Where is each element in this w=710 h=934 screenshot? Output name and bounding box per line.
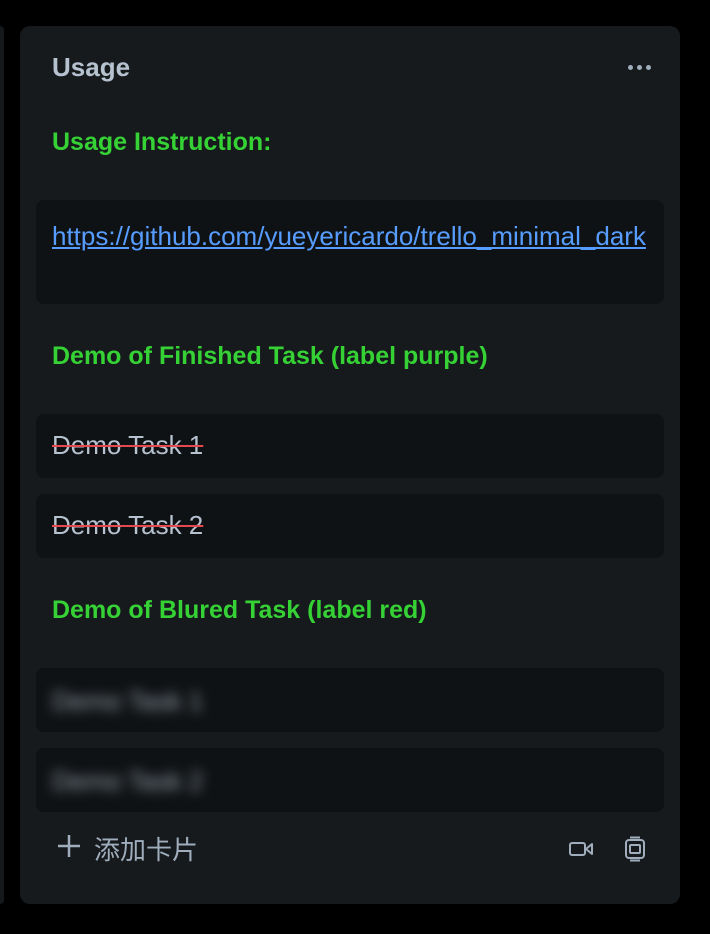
finished-task-heading: Demo of Finished Task (label purple) [52, 342, 488, 370]
more-horizontal-icon [627, 64, 633, 70]
add-card-button[interactable]: 添加卡片 [56, 828, 198, 868]
usage-instruction-heading: Usage Instruction: [52, 128, 272, 156]
github-link[interactable]: https://github.com/yueyericardo/trello_m… [52, 216, 648, 256]
list-header: Usage [20, 26, 680, 106]
blurred-task-heading: Demo of Blured Task (label red) [52, 596, 427, 624]
task-title: Demo Task 1 [52, 686, 204, 716]
list-more-button[interactable] [624, 52, 654, 82]
list-usage: Usage Usage Instruction: https://github.… [20, 26, 680, 904]
list-footer: 添加卡片 [20, 814, 680, 904]
blurred-task-card-1[interactable]: Demo Task 1 [36, 668, 664, 732]
adjacent-list-edge [0, 26, 4, 904]
list-title[interactable]: Usage [52, 52, 130, 83]
link-card[interactable]: https://github.com/yueyericardo/trello_m… [36, 200, 664, 304]
add-card-label: 添加卡片 [94, 835, 199, 866]
task-title: Demo Task 1 [52, 430, 204, 460]
task-title: Demo Task 2 [52, 766, 204, 796]
plus-icon [56, 831, 82, 865]
task-title: Demo Task 2 [52, 510, 204, 540]
more-dot [636, 64, 642, 70]
finished-task-card-2[interactable]: Demo Task 2 [36, 494, 664, 558]
finished-task-card-1[interactable]: Demo Task 1 [36, 414, 664, 478]
more-dot [645, 64, 651, 70]
video-camera-icon[interactable] [566, 834, 596, 864]
card-template-icon[interactable] [620, 834, 650, 864]
blurred-task-card-2[interactable]: Demo Task 2 [36, 748, 664, 812]
